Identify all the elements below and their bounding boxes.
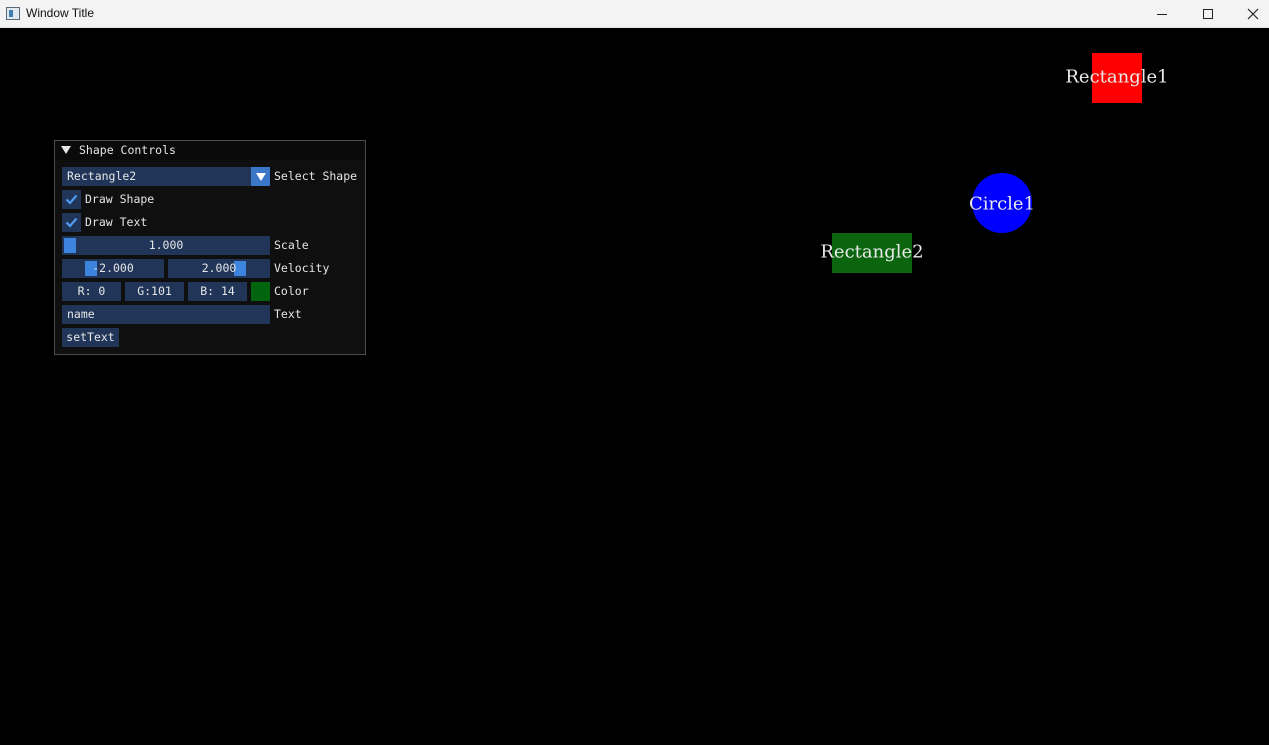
color-swatch[interactable] [251, 282, 270, 301]
maximize-button[interactable] [1185, 0, 1231, 28]
color-label: Color [274, 284, 309, 298]
draw-text-checkbox[interactable] [62, 213, 81, 232]
app-icon [6, 7, 20, 20]
select-shape-label: Select Shape [274, 169, 358, 183]
close-button[interactable] [1230, 0, 1269, 28]
minimize-button[interactable] [1139, 0, 1185, 28]
scale-label: Scale [274, 238, 309, 252]
color-g-field[interactable]: G:101 [125, 282, 184, 301]
color-r-field[interactable]: R: 0 [62, 282, 121, 301]
close-icon [1247, 8, 1259, 20]
scale-value: 1.000 [148, 238, 184, 252]
combo-dropdown-button[interactable] [251, 167, 270, 186]
velocity-y-slider[interactable]: 2.000 [168, 259, 270, 278]
minimize-icon [1157, 13, 1167, 15]
render-canvas[interactable]: Rectangle1 Circle1 Rectangle2 [0, 29, 1269, 745]
select-shape-row: Rectangle2 Select Shape [62, 167, 362, 186]
collapse-arrow-icon[interactable] [61, 146, 71, 154]
color-b-field[interactable]: B: 14 [188, 282, 247, 301]
velocity-x-slider[interactable]: -2.000 [62, 259, 164, 278]
draw-shape-label: Draw Shape [85, 192, 155, 206]
text-row: name Text [62, 305, 362, 324]
text-label: Text [274, 307, 302, 321]
draw-text-row: Draw Text [62, 213, 362, 232]
scale-slider-grab[interactable] [64, 238, 76, 253]
draw-text-label: Draw Text [85, 215, 148, 229]
color-row: R: 0 G:101 B: 14 Color [62, 282, 362, 301]
set-text-row: setText [62, 328, 122, 347]
checkmark-icon [65, 194, 78, 205]
velocity-row: -2.000 2.000 Velocity [62, 259, 362, 278]
maximize-icon [1203, 9, 1213, 19]
shape-controls-panel[interactable]: Shape Controls Rectangle2 Select Shape D… [54, 140, 366, 355]
set-text-button[interactable]: setText [62, 328, 119, 347]
shape-label-rectangle2: Rectangle2 [820, 241, 924, 263]
draw-shape-row: Draw Shape [62, 190, 362, 209]
title-bar: Window Title [0, 0, 1269, 28]
velocity-y-value: 2.000 [201, 261, 237, 275]
shape-label-circle1: Circle1 [968, 193, 1036, 215]
panel-title-bar[interactable]: Shape Controls [55, 141, 365, 160]
chevron-down-icon [255, 172, 266, 181]
shape-select-combo[interactable]: Rectangle2 [62, 167, 252, 186]
window-title: Window Title [26, 6, 95, 20]
velocity-label: Velocity [274, 261, 330, 275]
text-input[interactable]: name [62, 305, 270, 324]
panel-title: Shape Controls [79, 143, 176, 157]
scale-row: 1.000 Scale [62, 236, 362, 255]
scale-slider[interactable]: 1.000 [62, 236, 270, 255]
shape-label-rectangle1: Rectangle1 [1065, 66, 1169, 88]
draw-shape-checkbox[interactable] [62, 190, 81, 209]
checkmark-icon [65, 217, 78, 228]
velocity-x-value: -2.000 [92, 261, 134, 275]
